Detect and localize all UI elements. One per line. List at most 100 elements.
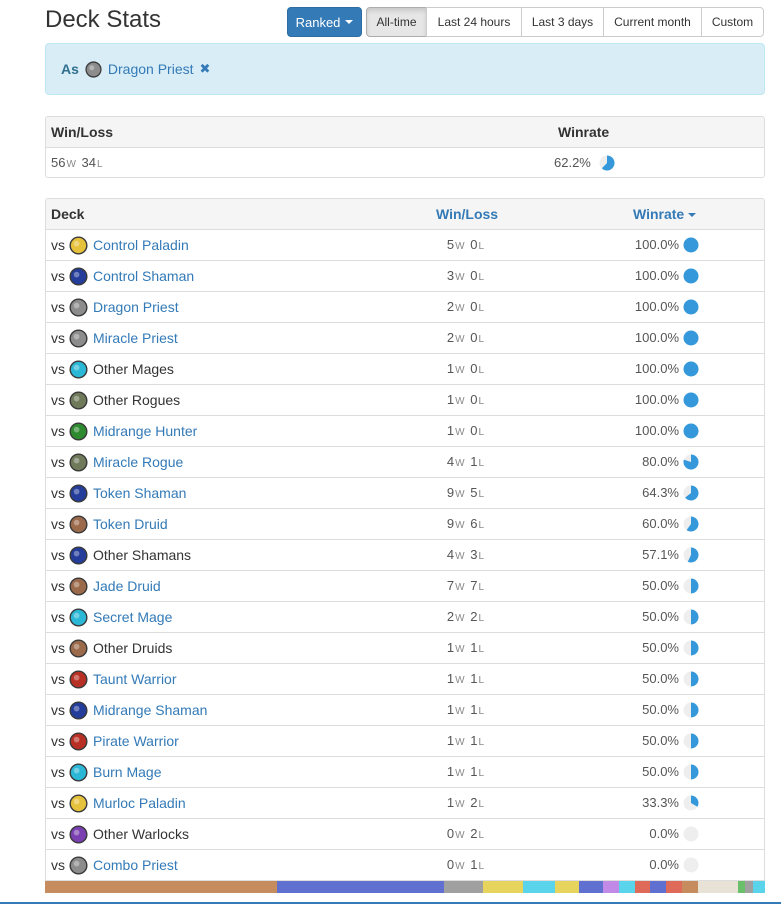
time-range-all-time[interactable]: All-time xyxy=(366,7,427,37)
deck-winloss: 9W 5L xyxy=(386,478,486,510)
distribution-segment xyxy=(737,881,746,893)
deck-winloss: 9W 6L xyxy=(386,509,486,541)
deck-name: Other Warlocks xyxy=(93,826,189,842)
deck-name[interactable]: Murloc Paladin xyxy=(93,788,186,818)
deck-wins: 1 xyxy=(446,671,455,686)
winrate-pie xyxy=(683,237,699,253)
winrate-column-header[interactable]: Winrate xyxy=(633,199,697,230)
deck-wins: 9 xyxy=(446,485,455,500)
deck-name[interactable]: Jade Druid xyxy=(93,571,161,601)
deck-name[interactable]: Control Shaman xyxy=(93,261,194,291)
losses-unit: L xyxy=(478,365,484,376)
time-range-current-month[interactable]: Current month xyxy=(603,7,702,37)
deck-winrate: 100.0% xyxy=(634,330,679,345)
wins-unit: W xyxy=(455,520,465,531)
mage-class-icon xyxy=(69,360,88,379)
distribution-segment xyxy=(618,881,635,893)
deck-winloss: 1W 1L xyxy=(386,726,486,758)
game-mode-dropdown[interactable]: Ranked xyxy=(287,7,362,37)
winloss-column-header[interactable]: Win/Loss xyxy=(436,199,498,230)
time-range-last-24-hours[interactable]: Last 24 hours xyxy=(426,7,522,37)
deck-name[interactable]: Miracle Priest xyxy=(93,323,178,353)
deck-winrate: 57.1% xyxy=(642,547,679,562)
deck-wins: 4 xyxy=(446,547,455,562)
deck-wins: 2 xyxy=(446,330,455,345)
deck-name[interactable]: Combo Priest xyxy=(93,850,178,880)
distribution-segment xyxy=(697,881,738,893)
distribution-segment xyxy=(682,881,698,893)
wins-unit: W xyxy=(455,427,465,438)
warrior-class-icon xyxy=(69,670,88,689)
druid-class-icon xyxy=(69,577,88,596)
deck-name[interactable]: Control Paladin xyxy=(93,230,189,260)
vs-label: vs xyxy=(51,423,65,439)
deck-name[interactable]: Dragon Priest xyxy=(93,292,179,322)
deck-name[interactable]: Midrange Hunter xyxy=(93,416,197,446)
deck-name[interactable]: Secret Mage xyxy=(93,602,172,632)
deck-winrate: 100.0% xyxy=(634,268,679,283)
deck-wins: 0 xyxy=(446,857,455,872)
matchup-row-midrange-shaman: vs Midrange Shaman 1W 1L 50.0% xyxy=(46,695,764,726)
filter-deck-name[interactable]: Dragon Priest xyxy=(108,61,194,77)
deck-name[interactable]: Pirate Warrior xyxy=(93,726,179,756)
deck-wins: 7 xyxy=(446,578,455,593)
deck-wins: 3 xyxy=(446,268,455,283)
deck-wins: 1 xyxy=(446,423,455,438)
losses-unit: L xyxy=(478,613,484,624)
deck-losses: 0 xyxy=(470,423,478,438)
deck-winrate: 64.3% xyxy=(642,485,679,500)
distribution-segment xyxy=(45,881,277,893)
distribution-segment xyxy=(602,881,619,893)
warlock-class-icon xyxy=(69,825,88,844)
paladin-class-icon xyxy=(69,794,88,813)
time-range-custom[interactable]: Custom xyxy=(701,7,764,37)
deck-winrate: 50.0% xyxy=(642,764,679,779)
deck-winrate: 33.3% xyxy=(642,795,679,810)
winrate-pie xyxy=(683,578,699,594)
deck-winloss: 1W 2L xyxy=(386,788,486,820)
paladin-class-icon xyxy=(69,236,88,255)
deck-winloss: 2W 0L xyxy=(386,292,486,324)
deck-name[interactable]: Token Shaman xyxy=(93,478,186,508)
losses-unit: L xyxy=(478,768,484,779)
deck-winrate: 50.0% xyxy=(642,702,679,717)
vs-label: vs xyxy=(51,485,65,501)
overall-stats-row: 56W 34L 62.2% xyxy=(46,148,764,177)
winrate-pie xyxy=(683,485,699,501)
deck-winrate: 100.0% xyxy=(634,392,679,407)
deck-name[interactable]: Midrange Shaman xyxy=(93,695,207,725)
deck-wins: 1 xyxy=(446,795,455,810)
deck-name[interactable]: Miracle Rogue xyxy=(93,447,183,477)
winrate-pie xyxy=(683,857,699,873)
deck-winloss: 1W 0L xyxy=(386,416,486,448)
sort-desc-icon xyxy=(688,212,697,217)
deck-winloss: 2W 0L xyxy=(386,323,486,355)
winrate-pie xyxy=(683,764,699,780)
deck-losses: 2 xyxy=(470,795,478,810)
druid-class-icon xyxy=(69,515,88,534)
matchup-row-miracle-priest: vs Miracle Priest 2W 0L 100.0% xyxy=(46,323,764,354)
vs-label: vs xyxy=(51,547,65,563)
mage-class-icon xyxy=(69,763,88,782)
hunter-class-icon xyxy=(69,422,88,441)
wins-unit: W xyxy=(455,241,465,252)
losses-unit: L xyxy=(478,458,484,469)
time-range-last-3-days[interactable]: Last 3 days xyxy=(521,7,604,37)
winrate-pie xyxy=(683,454,699,470)
deck-losses: 6 xyxy=(470,516,478,531)
deck-name[interactable]: Burn Mage xyxy=(93,757,161,787)
deck-wins: 5 xyxy=(446,237,455,252)
druid-class-icon xyxy=(69,639,88,658)
deck-losses: 1 xyxy=(470,454,478,469)
wins-unit: W xyxy=(455,551,465,562)
matchup-row-burn-mage: vs Burn Mage 1W 1L 50.0% xyxy=(46,757,764,788)
shaman-class-icon xyxy=(69,701,88,720)
deck-name[interactable]: Taunt Warrior xyxy=(93,664,177,694)
deck-wins: 1 xyxy=(446,733,455,748)
deck-name[interactable]: Token Druid xyxy=(93,509,168,539)
vs-label: vs xyxy=(51,640,65,656)
deck-winrate: 0.0% xyxy=(649,857,679,872)
shaman-class-icon xyxy=(69,267,88,286)
matchup-row-other-shamans: vs Other Shamans 4W 3L 57.1% xyxy=(46,540,764,571)
remove-filter-icon[interactable]: ✖ xyxy=(200,61,211,77)
